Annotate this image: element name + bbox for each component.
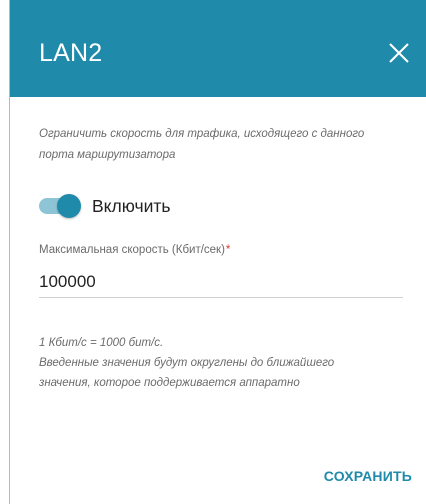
max-speed-label-text: Максимальная скорость (Кбит/сек) [39,244,225,256]
required-mark: * [225,244,231,256]
max-speed-input[interactable] [39,266,403,298]
speed-note: 1 Кбит/с = 1000 бит/с. Введенные значени… [39,333,379,393]
enable-toggle[interactable]: Включить [39,192,171,220]
speed-limit-description: Ограничить скорость для трафика, исходящ… [39,128,365,161]
dialog-title: LAN2 [39,39,103,67]
dialog-header: LAN2 [10,0,426,97]
close-button[interactable] [386,40,412,66]
speed-note-line: 1 Кбит/с = 1000 бит/с. [39,337,164,349]
save-button[interactable]: СОХРАНИТЬ [324,467,412,485]
toggle-track[interactable] [39,194,81,218]
toggle-thumb[interactable] [57,194,81,218]
max-speed-label: Максимальная скорость (Кбит/сек)* [39,242,230,258]
close-icon [389,43,409,63]
enable-toggle-label: Включить [92,196,171,216]
speed-note-line: Введенные значения будут округлены до бл… [39,357,335,389]
lan-speed-dialog: LAN2 Ограничить скорость для трафика, ис… [9,0,426,504]
